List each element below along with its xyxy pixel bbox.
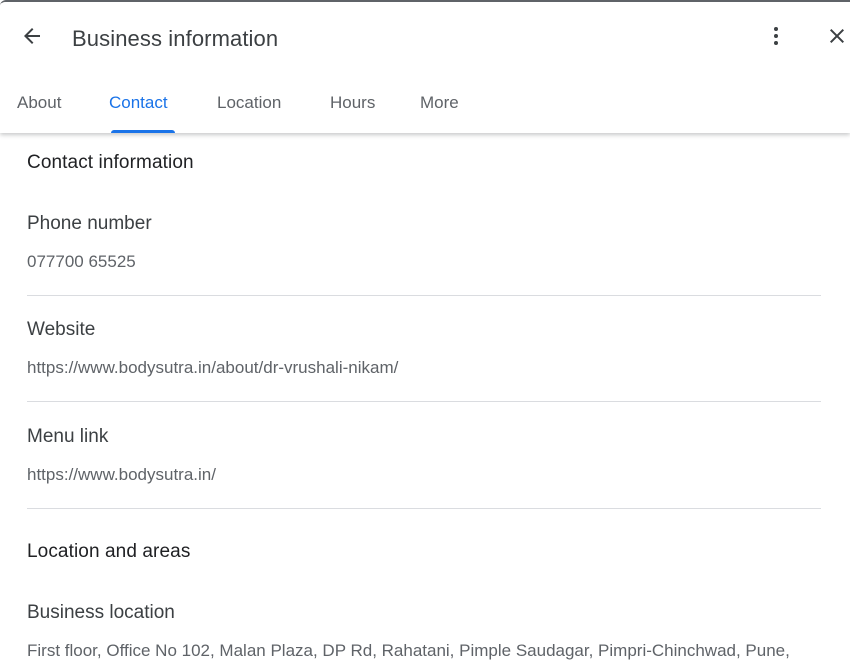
website-value: https://www.bodysutra.in/about/dr-vrusha… xyxy=(27,358,399,377)
panel-header: Business information About Contact Locat… xyxy=(0,2,850,133)
tab-label: Location xyxy=(217,93,282,112)
phone-label: Phone number xyxy=(27,213,152,234)
active-tab-indicator xyxy=(111,130,175,133)
phone-value: 077700 65525 xyxy=(27,252,136,271)
website-label: Website xyxy=(27,319,96,340)
business-information-panel: Business information About Contact Locat… xyxy=(0,0,850,668)
divider xyxy=(27,295,821,296)
menu-link-label: Menu link xyxy=(27,426,109,447)
tab-label: Hours xyxy=(330,93,376,112)
close-button[interactable] xyxy=(821,22,850,54)
back-button[interactable] xyxy=(16,22,48,54)
more-options-button[interactable] xyxy=(760,22,792,54)
tab-contact[interactable]: Contact xyxy=(109,86,177,133)
close-icon xyxy=(825,24,849,53)
tab-label: Contact xyxy=(109,93,168,112)
tab-more[interactable]: More xyxy=(420,86,459,133)
tab-hours[interactable]: Hours xyxy=(330,86,375,133)
menu-link-value: https://www.bodysutra.in/ xyxy=(27,465,216,484)
tab-about[interactable]: About xyxy=(17,86,61,133)
tab-label: More xyxy=(420,93,459,112)
business-location-value: First floor, Office No 102, Malan Plaza,… xyxy=(27,641,790,660)
tab-location[interactable]: Location xyxy=(217,86,281,133)
contact-section-title: Contact information xyxy=(27,152,194,173)
location-section-title: Location and areas xyxy=(27,541,191,562)
divider xyxy=(27,401,821,402)
tab-label: About xyxy=(17,93,62,112)
more-vertical-icon xyxy=(764,24,788,53)
business-location-label: Business location xyxy=(27,602,175,623)
arrow-left-icon xyxy=(20,24,44,53)
page-title: Business information xyxy=(72,26,279,51)
divider xyxy=(27,508,821,509)
